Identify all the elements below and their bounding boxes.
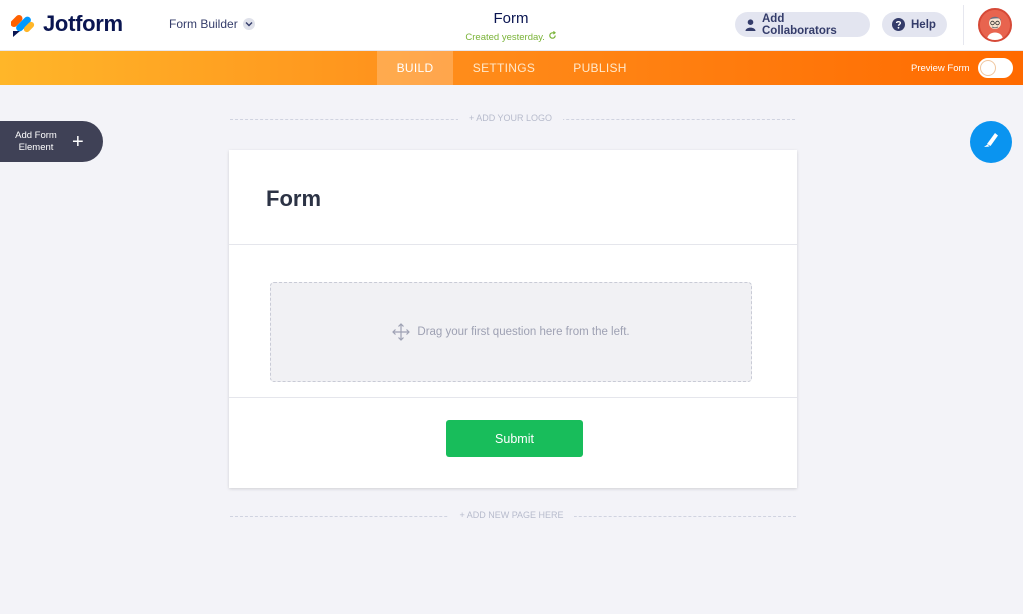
add-form-element-label: Add Form Element — [15, 129, 57, 153]
top-header: Jotform Form Builder Form Created yester… — [0, 0, 1023, 51]
move-icon — [392, 323, 411, 341]
form-title[interactable]: Form — [411, 10, 611, 27]
add-form-element-button[interactable]: Add Form Element + — [0, 121, 103, 162]
chevron-down-icon — [242, 18, 255, 30]
jotform-logo[interactable]: Jotform — [10, 11, 123, 37]
avatar[interactable] — [978, 8, 1012, 42]
form-card: Form Drag your first question here from … — [229, 150, 797, 488]
tab-settings[interactable]: SETTINGS — [463, 51, 545, 85]
plus-icon: + — [72, 130, 84, 153]
form-builder-menu[interactable]: Form Builder — [169, 17, 255, 31]
user-icon — [745, 18, 756, 31]
form-heading[interactable]: Form — [266, 186, 321, 212]
jotform-logo-icon — [10, 11, 35, 37]
paint-brush-icon — [981, 130, 1001, 155]
add-collaborators-label: Add Collaborators — [762, 12, 837, 37]
brand-name: Jotform — [43, 11, 123, 36]
preview-form-toggle[interactable] — [978, 58, 1013, 78]
tab-build[interactable]: BUILD — [377, 51, 453, 85]
heading-separator — [229, 244, 797, 245]
form-designer-button[interactable] — [970, 121, 1012, 163]
help-icon — [892, 18, 905, 31]
preview-form-label: Preview Form — [911, 63, 970, 74]
created-status: Created yesterday. — [411, 31, 611, 43]
add-new-page-link[interactable]: + ADD NEW PAGE HERE — [449, 510, 574, 520]
form-title-block: Form Created yesterday. — [411, 10, 611, 43]
dropzone-text: Drag your first question here from the l… — [417, 326, 630, 338]
builder-navbar: BUILD SETTINGS PUBLISH — [0, 51, 1023, 85]
question-dropzone[interactable]: Drag your first question here from the l… — [270, 282, 752, 382]
created-status-text: Created yesterday. — [465, 32, 545, 43]
toggle-knob — [980, 60, 996, 76]
refresh-icon — [548, 31, 557, 43]
add-logo-link[interactable]: + ADD YOUR LOGO — [458, 113, 563, 123]
add-collaborators-button[interactable]: Add Collaborators — [735, 12, 870, 37]
help-label: Help — [911, 18, 936, 31]
tab-publish[interactable]: PUBLISH — [560, 51, 640, 85]
submit-button[interactable]: Submit — [446, 420, 583, 457]
help-button[interactable]: Help — [882, 12, 947, 37]
submit-separator — [229, 397, 797, 398]
header-divider — [963, 5, 964, 45]
form-builder-label: Form Builder — [169, 17, 238, 31]
